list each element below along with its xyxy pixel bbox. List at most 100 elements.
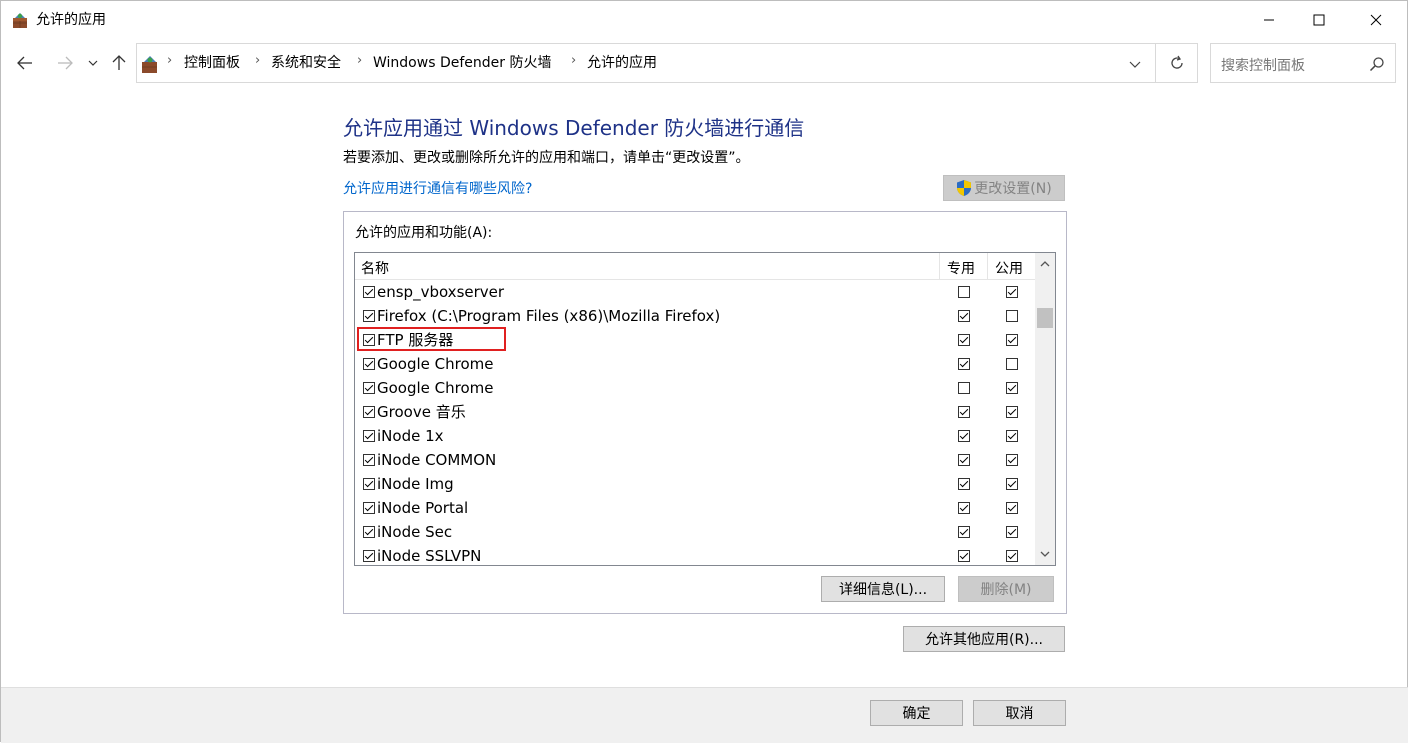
enabled-checkbox[interactable] (363, 382, 375, 394)
app-name: iNode 1x (377, 427, 444, 445)
public-checkbox[interactable] (1006, 406, 1018, 418)
details-button[interactable]: 详细信息(L)... (821, 576, 945, 602)
enabled-checkbox[interactable] (363, 526, 375, 538)
table-row[interactable]: Groove 音乐 (355, 400, 1035, 424)
search-box[interactable]: 搜索控制面板 (1210, 43, 1396, 83)
private-checkbox[interactable] (958, 526, 970, 538)
private-checkbox[interactable] (958, 358, 970, 370)
search-placeholder[interactable]: 搜索控制面板 (1221, 55, 1305, 75)
column-header-private[interactable]: 专用 (947, 258, 975, 278)
breadcrumb-control-panel[interactable]: 控制面板 (184, 54, 240, 72)
maximize-icon (1313, 14, 1325, 26)
risk-info-link[interactable]: 允许应用进行通信有哪些风险? (343, 180, 532, 198)
public-checkbox[interactable] (1006, 382, 1018, 394)
column-divider[interactable] (939, 253, 940, 279)
page-description: 若要添加、更改或删除所允许的应用和端口，请单击“更改设置”。 (343, 150, 750, 166)
refresh-button[interactable] (1156, 43, 1198, 83)
table-row[interactable]: iNode SSLVPN (355, 544, 1035, 565)
delete-button[interactable]: 删除(M) (958, 576, 1054, 602)
enabled-checkbox[interactable] (363, 454, 375, 466)
close-icon (1370, 14, 1382, 26)
table-row[interactable]: iNode COMMON (355, 448, 1035, 472)
scroll-thumb[interactable] (1037, 308, 1053, 328)
column-header-public[interactable]: 公用 (995, 258, 1023, 278)
breadcrumb-chevron-icon[interactable]: › (571, 53, 576, 68)
enabled-checkbox[interactable] (363, 478, 375, 490)
public-checkbox[interactable] (1006, 310, 1018, 322)
maximize-button[interactable] (1296, 1, 1342, 39)
change-settings-button[interactable]: 更改设置(N) (943, 175, 1065, 201)
chevron-down-icon (88, 60, 98, 66)
enabled-checkbox[interactable] (363, 286, 375, 298)
chevron-down-icon (1129, 61, 1141, 68)
ok-button[interactable]: 确定 (870, 700, 963, 726)
breadcrumb-chevron-icon[interactable]: › (255, 53, 260, 68)
public-checkbox[interactable] (1006, 478, 1018, 490)
enabled-checkbox[interactable] (363, 358, 375, 370)
table-row[interactable]: iNode Sec (355, 520, 1035, 544)
table-row[interactable]: iNode 1x (355, 424, 1035, 448)
public-checkbox[interactable] (1006, 550, 1018, 562)
breadcrumb-system-security[interactable]: 系统和安全 (271, 54, 341, 72)
list-scrollbar[interactable] (1035, 253, 1055, 565)
enabled-checkbox[interactable] (363, 550, 375, 562)
allow-other-app-button[interactable]: 允许其他应用(R)... (903, 626, 1065, 652)
title-bar: 允许的应用 (1, 1, 1407, 39)
scroll-down-button[interactable] (1035, 545, 1055, 563)
app-name: iNode Portal (377, 499, 469, 517)
uac-shield-icon (957, 180, 972, 196)
dialog-footer (1, 687, 1408, 743)
breadcrumb-allowed-apps[interactable]: 允许的应用 (587, 54, 657, 72)
table-row[interactable]: Google Chrome (355, 352, 1035, 376)
minimize-button[interactable] (1246, 1, 1292, 39)
enabled-checkbox[interactable] (363, 502, 375, 514)
public-checkbox[interactable] (1006, 502, 1018, 514)
private-checkbox[interactable] (958, 430, 970, 442)
public-checkbox[interactable] (1006, 358, 1018, 370)
firewall-app-icon (13, 13, 27, 28)
up-button[interactable] (107, 51, 131, 75)
close-button[interactable] (1353, 1, 1399, 39)
arrow-up-icon (112, 55, 126, 70)
refresh-icon (1170, 55, 1183, 69)
cancel-button[interactable]: 取消 (973, 700, 1066, 726)
enabled-checkbox[interactable] (363, 310, 375, 322)
table-row[interactable]: iNode Img (355, 472, 1035, 496)
public-checkbox[interactable] (1006, 526, 1018, 538)
private-checkbox[interactable] (958, 334, 970, 346)
control-panel-icon (142, 56, 157, 73)
public-checkbox[interactable] (1006, 454, 1018, 466)
private-checkbox[interactable] (958, 382, 970, 394)
address-dropdown-button[interactable] (1123, 52, 1147, 76)
app-name: Firefox (C:\Program Files (x86)\Mozilla … (377, 307, 721, 325)
recent-locations-button[interactable] (83, 51, 103, 75)
enabled-checkbox[interactable] (363, 430, 375, 442)
private-checkbox[interactable] (958, 286, 970, 298)
breadcrumb-firewall[interactable]: Windows Defender 防火墙 (373, 54, 551, 72)
column-divider[interactable] (987, 253, 988, 279)
highlight-box (357, 327, 506, 351)
table-row[interactable]: iNode Portal (355, 496, 1035, 520)
public-checkbox[interactable] (1006, 334, 1018, 346)
private-checkbox[interactable] (958, 406, 970, 418)
address-bar[interactable]: › 控制面板 › 系统和安全 › Windows Defender 防火墙 › … (136, 43, 1156, 83)
back-button[interactable] (13, 51, 37, 75)
allowed-apps-list[interactable]: 名称 专用 公用 ensp_vboxserver Firefox (C:\Prog… (354, 252, 1056, 566)
private-checkbox[interactable] (958, 550, 970, 562)
private-checkbox[interactable] (958, 310, 970, 322)
forward-button[interactable] (53, 51, 77, 75)
table-row[interactable]: Firefox (C:\Program Files (x86)\Mozilla … (355, 304, 1035, 328)
private-checkbox[interactable] (958, 502, 970, 514)
public-checkbox[interactable] (1006, 286, 1018, 298)
table-row[interactable]: Google Chrome (355, 376, 1035, 400)
arrow-left-icon (17, 56, 32, 70)
search-icon (1369, 57, 1384, 72)
public-checkbox[interactable] (1006, 430, 1018, 442)
column-header-name[interactable]: 名称 (361, 258, 389, 278)
private-checkbox[interactable] (958, 454, 970, 466)
breadcrumb-chevron-icon[interactable]: › (357, 53, 362, 68)
scroll-up-button[interactable] (1035, 255, 1055, 273)
enabled-checkbox[interactable] (363, 406, 375, 418)
table-row[interactable]: ensp_vboxserver (355, 280, 1035, 304)
private-checkbox[interactable] (958, 478, 970, 490)
